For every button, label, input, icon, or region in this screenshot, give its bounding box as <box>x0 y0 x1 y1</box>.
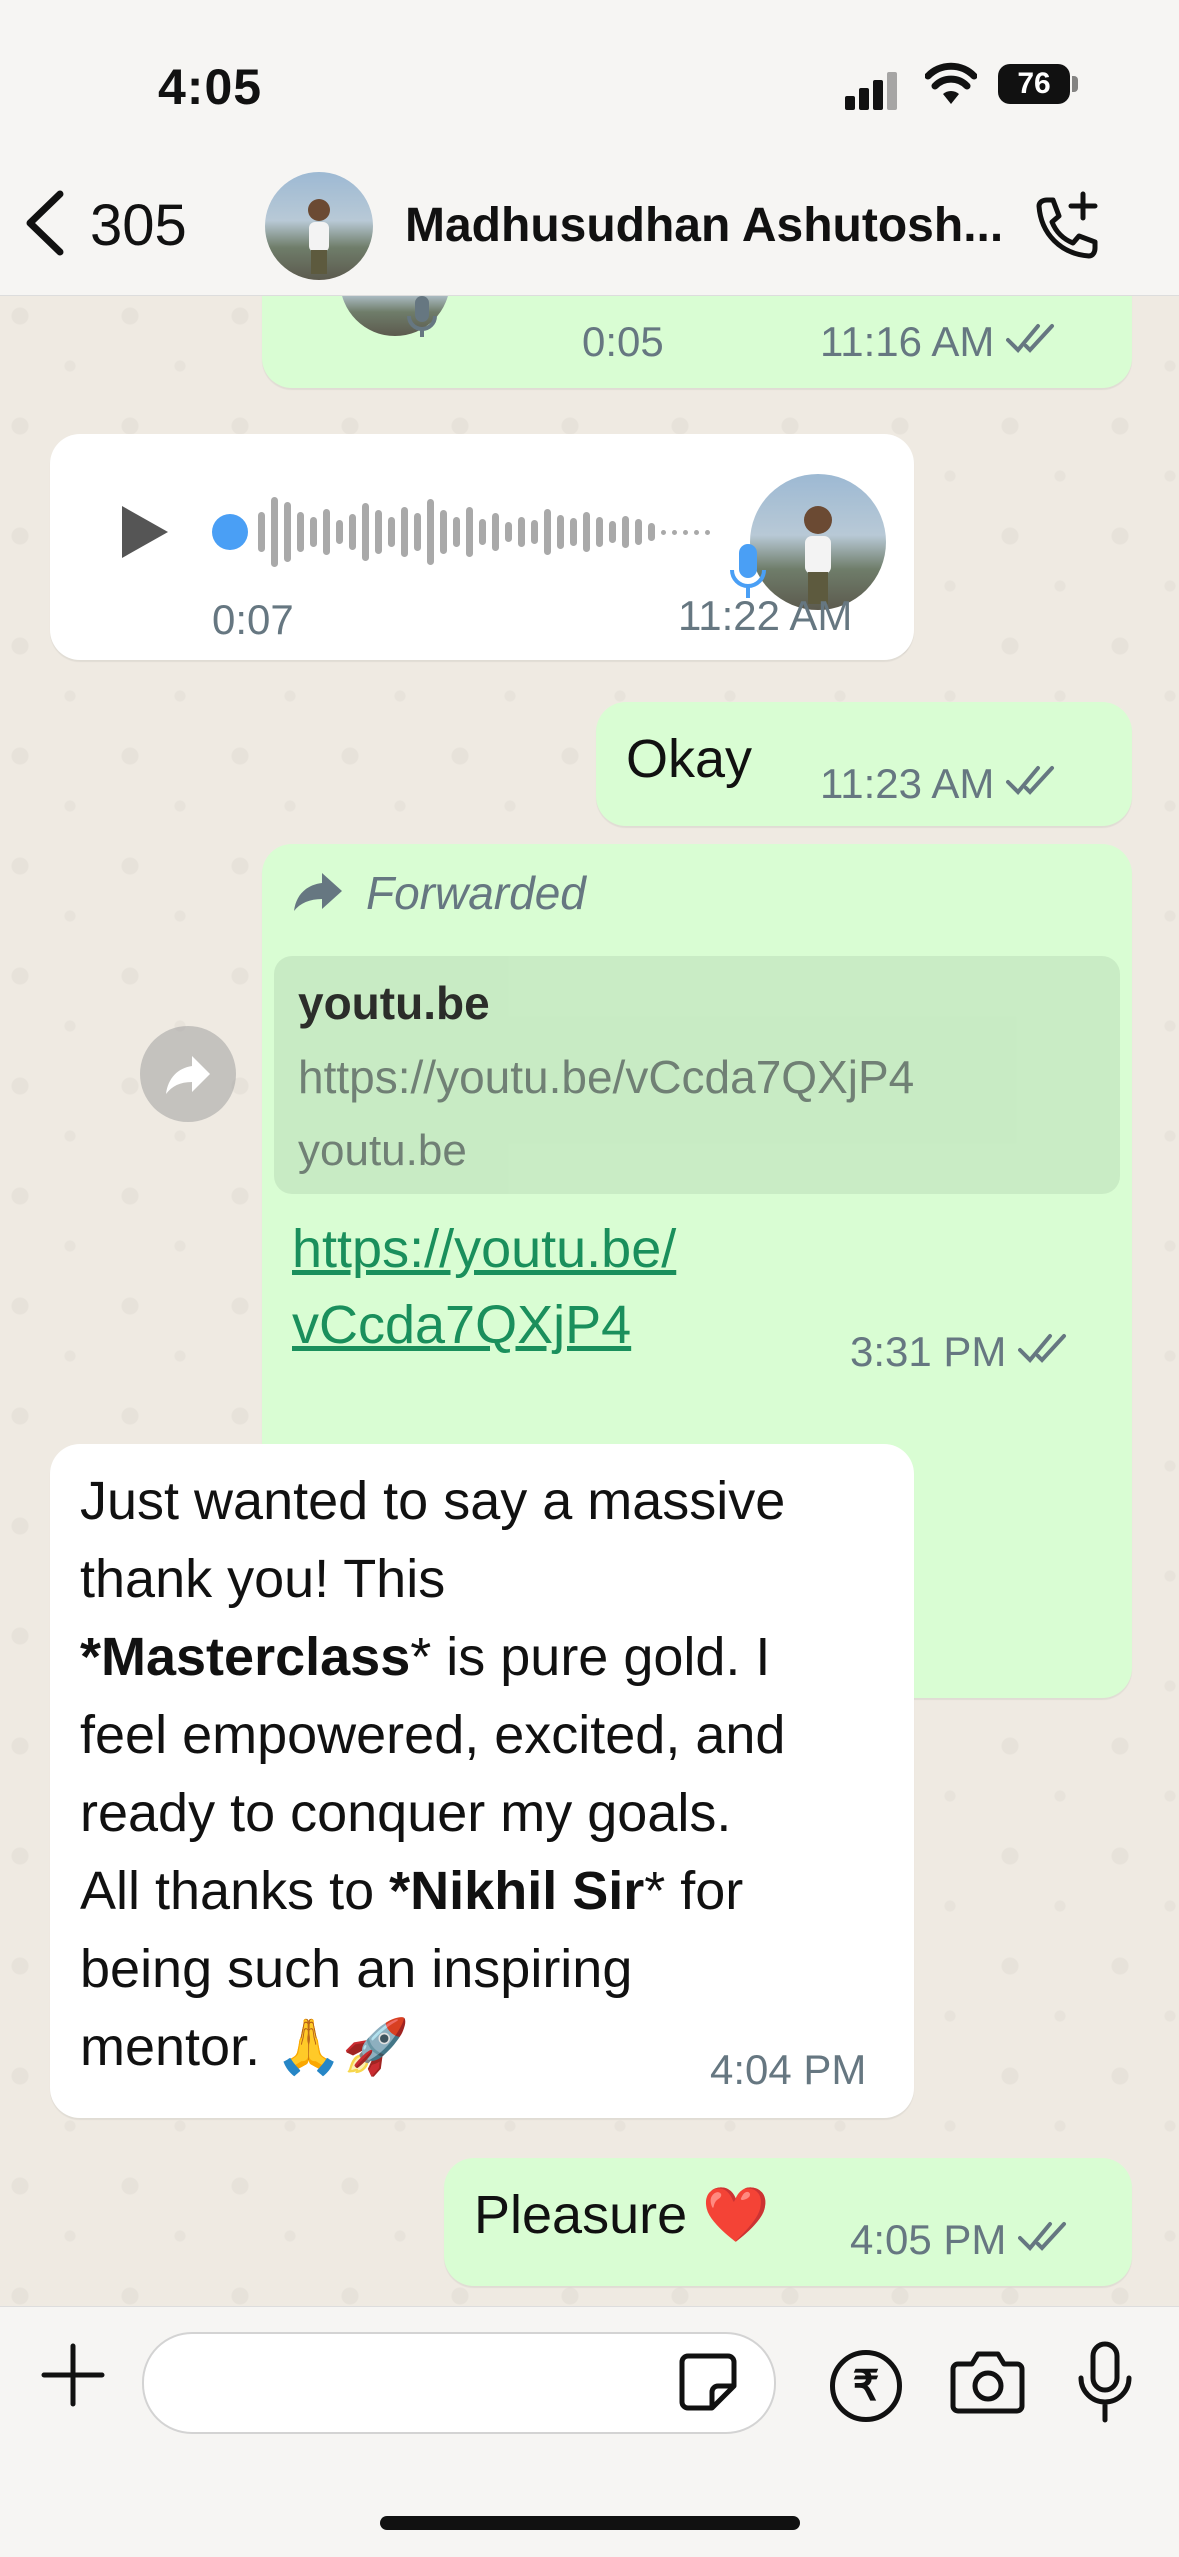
double-check-icon <box>1006 760 1062 808</box>
double-check-icon <box>1006 318 1062 366</box>
playback-position-dot[interactable] <box>212 514 248 550</box>
chevron-left-icon <box>22 188 68 263</box>
voice-message-outgoing[interactable]: 0:05 11:16 AM <box>262 296 1132 388</box>
camera-icon[interactable] <box>950 2346 1025 2416</box>
link-preview-domain: youtu.be <box>298 1126 467 1175</box>
voice-duration: 0:07 <box>212 596 294 643</box>
unread-count: 305 <box>90 192 187 258</box>
link-preview[interactable]: youtu.be https://youtu.be/vCcda7QXjP4 yo… <box>274 956 1120 1194</box>
phone-plus-icon[interactable] <box>1025 188 1105 268</box>
contact-avatar[interactable] <box>265 172 373 280</box>
contact-name[interactable]: Madhusudhan Ashutosh... <box>405 198 1005 253</box>
message-meta: 4:05 PM <box>850 2216 1074 2264</box>
sender-avatar <box>750 474 886 610</box>
text-message-incoming[interactable]: Just wanted to say a massive thank you! … <box>50 1444 914 2118</box>
message-meta: 3:31 PM <box>850 1328 1074 1376</box>
message-line: being such an inspiring <box>80 1939 633 1999</box>
plus-icon[interactable] <box>38 2340 108 2420</box>
message-time: 4:05 PM <box>850 2216 1007 2263</box>
message-line: *Masterclass* is pure gold. I <box>80 1627 771 1687</box>
sticker-icon[interactable] <box>678 2352 738 2412</box>
forward-icon <box>292 871 344 916</box>
double-check-icon <box>1018 2216 1074 2264</box>
message-time: 11:22 AM <box>678 592 853 639</box>
message-line: thank you! This <box>80 1549 446 1609</box>
back-button[interactable]: 305 <box>22 180 187 270</box>
text-message-outgoing[interactable]: Okay 11:23 AM <box>596 702 1132 826</box>
battery-tip <box>1072 76 1078 92</box>
message-time: 11:23 AM <box>820 760 995 807</box>
message-line: All thanks to *Nikhil Sir* for <box>80 1861 744 1921</box>
chat-messages[interactable]: 0:05 11:16 AM 0:07 11:22 AM Okay 11:23 A… <box>0 296 1179 2306</box>
home-indicator[interactable] <box>380 2516 800 2530</box>
message-line: mentor. 🙏🚀 <box>80 2017 410 2077</box>
rupee-icon[interactable]: ₹ <box>830 2350 902 2422</box>
message-link-line-2[interactable]: vCcda7QXjP4 <box>292 1286 631 1364</box>
wifi-icon <box>924 62 978 106</box>
double-check-icon <box>1018 1328 1074 1376</box>
status-time: 4:05 <box>158 59 263 115</box>
message-time: 4:04 PM <box>710 2046 867 2093</box>
voice-duration: 0:05 <box>582 318 664 365</box>
message-time: 3:31 PM <box>850 1328 1007 1375</box>
play-icon[interactable] <box>118 504 170 565</box>
microphone-icon[interactable] <box>1075 2340 1135 2425</box>
message-meta: 11:23 AM <box>820 760 1062 808</box>
forward-button[interactable] <box>140 1026 236 1122</box>
message-meta: 11:16 AM <box>820 318 1062 366</box>
message-line: feel empowered, excited, and <box>80 1705 786 1765</box>
voice-waveform[interactable] <box>258 484 710 580</box>
battery-indicator: 76 <box>998 64 1070 104</box>
forward-icon <box>164 1050 212 1103</box>
forwarded-label: Forwarded <box>292 866 586 920</box>
message-line: Just wanted to say a massive <box>80 1471 786 1531</box>
message-line: ready to conquer my goals. <box>80 1783 732 1843</box>
link-preview-title: youtu.be <box>298 977 490 1029</box>
text-message-outgoing[interactable]: Pleasure ❤️ 4:05 PM <box>444 2158 1132 2286</box>
message-text: Okay <box>626 729 753 789</box>
link-preview-url: https://youtu.be/vCcda7QXjP4 <box>298 1051 915 1103</box>
voice-message-incoming[interactable]: 0:07 11:22 AM <box>50 434 914 660</box>
message-text: Pleasure ❤️ <box>474 2185 770 2245</box>
message-time: 11:16 AM <box>820 318 995 365</box>
message-link-line-1[interactable]: https://youtu.be/ <box>292 1210 676 1288</box>
microphone-icon <box>407 296 437 343</box>
cellular-signal-icon <box>845 70 905 110</box>
